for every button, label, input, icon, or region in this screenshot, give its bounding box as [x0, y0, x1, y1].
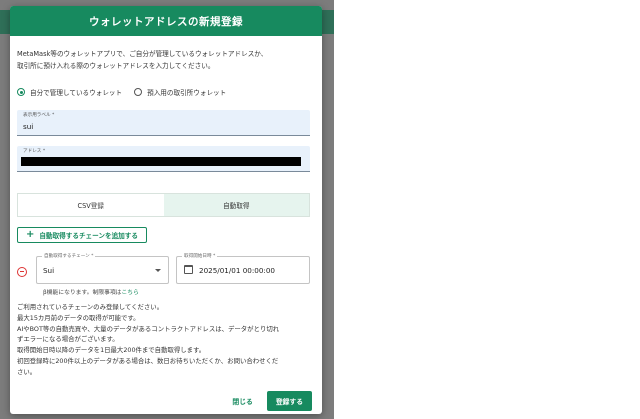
radio-label-exchange: 預入用の取引所ウォレット — [147, 89, 227, 97]
note-line: 取得開始日時以降のデータを1日最大200件まで自動取得します。 — [17, 346, 206, 355]
add-chain-button[interactable]: + 自動取得するチェーンを追加する — [17, 227, 147, 243]
restrictions-link[interactable]: こちら — [121, 290, 138, 296]
tab-label-csv: CSV登録 — [77, 202, 105, 210]
note-line: さい。 — [17, 367, 37, 376]
tab-auto-fetch[interactable]: 自動取得 — [163, 194, 309, 216]
modal-title: ウォレットアドレスの新規登録 — [89, 15, 243, 28]
register-wallet-modal: ウォレットアドレスの新規登録 MetaMask等のウォレットアプリで、ご自分が管… — [10, 6, 322, 414]
modal-description: MetaMask等のウォレットアプリで、ご自分が管理しているウォレットアドレスか… — [17, 48, 317, 72]
chain-select-label: 自動取得するチェーン * — [42, 253, 96, 259]
address-input-redacted[interactable] — [21, 157, 301, 166]
radio-label-self-managed: 自分で管理しているウォレット — [30, 89, 123, 97]
modal-header: ウォレットアドレスの新規登録 — [10, 6, 322, 36]
radio-self-managed-wallet[interactable]: 自分で管理しているウォレット — [17, 87, 122, 97]
register-button[interactable]: 登録する — [266, 391, 312, 411]
display-label-field-label: 表示用ラベル * — [23, 113, 55, 118]
description-line-1: MetaMask等のウォレットアプリで、ご自分が管理しているウォレットアドレスか… — [17, 50, 268, 58]
beta-note: β機能になります。制限事項はこちら — [43, 287, 139, 296]
add-chain-button-label: 自動取得するチェーンを追加する — [39, 232, 138, 240]
beta-note-text: β機能になります。制限事項は — [43, 290, 122, 296]
start-date-field[interactable]: 取得開始日時 * 2025/01/01 00:00:00 — [176, 253, 310, 284]
tab-label-auto: 自動取得 — [223, 202, 250, 210]
radio-checked-icon[interactable] — [17, 88, 25, 96]
note-line: AIやBOT等の自動売買や、大量のデータがあるコントラクトアドレスは、データがと… — [17, 324, 280, 333]
notes-block: ご利用されているチェーンのみ登録してください。 最大15カ月前のデータの取得が可… — [17, 302, 317, 378]
plus-icon: + — [26, 229, 35, 240]
description-line-2: 取引所に預け入れる際のウォレットアドレスを入力してください。 — [17, 62, 215, 70]
display-label-field[interactable]: 表示用ラベル * sui — [17, 110, 310, 136]
chain-select[interactable]: 自動取得するチェーン * Sui — [36, 253, 169, 284]
close-button[interactable]: 閉じる — [228, 392, 256, 410]
modal-footer: 閉じる 登録する — [228, 391, 312, 411]
tab-csv-registration[interactable]: CSV登録 — [18, 194, 164, 216]
note-line: 最大15カ月前のデータの取得が可能です。 — [17, 313, 140, 322]
note-line: ご利用されているチェーンのみ登録してください。 — [17, 303, 164, 311]
note-line: 初回登録時に200件以上のデータがある場合は、数日お待ちいただくか、お問い合わせ… — [17, 356, 279, 365]
calendar-icon[interactable] — [184, 265, 193, 274]
note-line: ずエラーになる場合がございます。 — [17, 335, 119, 344]
radio-exchange-wallet[interactable]: 預入用の取引所ウォレット — [134, 87, 226, 97]
chevron-down-icon — [155, 269, 161, 272]
chain-select-value: Sui — [43, 266, 55, 275]
remove-chain-icon[interactable] — [17, 267, 27, 277]
address-field-label: アドレス * — [23, 149, 46, 154]
registration-method-tabs: CSV登録 自動取得 — [17, 193, 310, 217]
display-label-input[interactable]: sui — [23, 122, 33, 131]
address-field[interactable]: アドレス * — [17, 146, 310, 172]
start-date-label: 取得開始日時 * — [182, 253, 218, 259]
radio-unchecked-icon[interactable] — [134, 88, 143, 96]
wallet-type-radio-group: 自分で管理しているウォレット 預入用の取引所ウォレット — [17, 87, 238, 97]
start-date-value[interactable]: 2025/01/01 00:00:00 — [199, 266, 275, 275]
